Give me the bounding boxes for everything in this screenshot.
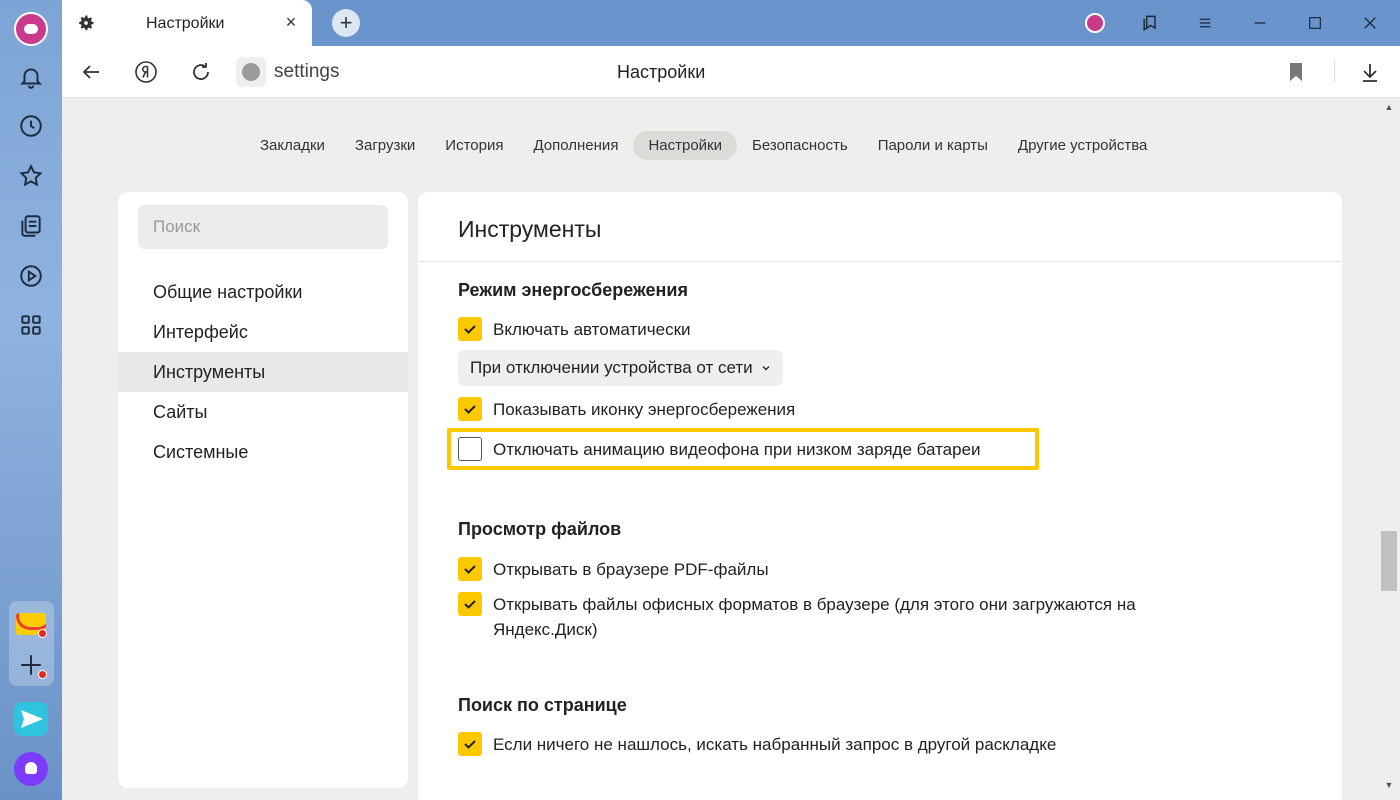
close-window-icon[interactable] — [1357, 10, 1383, 36]
bookmark-icon[interactable] — [1283, 59, 1309, 85]
search-input[interactable] — [138, 205, 388, 249]
energy-saving-title: Режим энергосбережения — [458, 280, 688, 300]
profile-avatar[interactable] — [14, 12, 48, 46]
notification-dot — [38, 670, 47, 679]
yandex-icon[interactable] — [133, 59, 159, 85]
star-icon[interactable] — [16, 161, 46, 191]
show-energy-icon-checkbox[interactable] — [458, 397, 482, 421]
tab-passwords[interactable]: Пароли и карты — [863, 131, 1003, 160]
disable-animation-checkbox[interactable] — [458, 437, 482, 461]
menu-item-interface[interactable]: Интерфейс — [118, 312, 408, 352]
layout-search-checkbox[interactable] — [458, 732, 482, 756]
open-pdf-option[interactable]: Открывать в браузере PDF-файлы — [458, 557, 769, 582]
gear-icon — [79, 15, 94, 31]
tab-settings[interactable]: Настройки × — [62, 0, 312, 46]
bell-icon[interactable] — [16, 62, 46, 92]
navigation-bar: settings Настройки — [62, 46, 1400, 98]
site-identity-icon[interactable] — [236, 57, 266, 87]
menu-item-general[interactable]: Общие настройки — [118, 272, 408, 312]
menu-icon[interactable] — [1192, 10, 1218, 36]
open-office-checkbox[interactable] — [458, 592, 482, 616]
scroll-up-arrow[interactable]: ▲ — [1382, 100, 1396, 114]
download-icon[interactable] — [1357, 59, 1383, 85]
notification-dot — [38, 629, 47, 638]
menu-item-tools[interactable]: Инструменты — [118, 352, 408, 392]
menu-item-sites[interactable]: Сайты — [118, 392, 408, 432]
page-search-title: Поиск по странице — [458, 695, 627, 715]
show-energy-icon-option[interactable]: Показывать иконку энергосбережения — [458, 397, 795, 422]
tab-settings-active[interactable]: Настройки — [633, 130, 737, 160]
power-mode-value: При отключении устройства от сети — [470, 358, 753, 377]
history-icon[interactable] — [16, 111, 46, 141]
tabs-collections-icon[interactable] — [1137, 10, 1163, 36]
tab-strip: Настройки × + — [62, 0, 1400, 46]
tab-extensions[interactable]: Дополнения — [518, 131, 633, 160]
side-panel — [0, 0, 62, 800]
tab-bookmarks[interactable]: Закладки — [245, 131, 340, 160]
open-pdf-label: Открывать в браузере PDF-файлы — [493, 560, 769, 579]
tools-panel: Инструменты Режим энергосбережения Включ… — [418, 192, 1342, 800]
auto-enable-label: Включать автоматически — [493, 320, 691, 339]
auto-enable-checkbox[interactable] — [458, 317, 482, 341]
settings-menu: Общие настройки Интерфейс Инструменты Са… — [118, 192, 408, 788]
scroll-down-arrow[interactable]: ▼ — [1382, 778, 1396, 792]
maximize-icon[interactable] — [1302, 10, 1328, 36]
tab-devices[interactable]: Другие устройства — [1003, 131, 1162, 160]
open-office-label: Открывать файлы офисных форматов в брауз… — [493, 595, 1136, 639]
tab-title: Настройки — [146, 15, 225, 32]
tab-history[interactable]: История — [430, 131, 518, 160]
layout-search-option[interactable]: Если ничего не нашлось, искать набранный… — [458, 732, 1056, 757]
chevron-down-icon — [762, 365, 770, 371]
power-mode-select[interactable]: При отключении устройства от сети — [458, 350, 783, 386]
minimize-icon[interactable] — [1247, 10, 1273, 36]
tab-security[interactable]: Безопасность — [737, 131, 863, 160]
alice-icon[interactable] — [14, 752, 48, 786]
back-icon[interactable] — [78, 59, 104, 85]
layout-search-label: Если ничего не нашлось, искать набранный… — [493, 735, 1057, 754]
tab-close-icon[interactable]: × — [282, 13, 300, 31]
collections-icon[interactable] — [16, 211, 46, 241]
play-icon[interactable] — [16, 261, 46, 291]
divider — [418, 261, 1342, 262]
messenger-icon[interactable] — [14, 702, 48, 736]
apps-grid-icon[interactable] — [16, 310, 46, 340]
tab-downloads[interactable]: Загрузки — [340, 131, 430, 160]
show-energy-icon-label: Показывать иконку энергосбережения — [493, 400, 796, 419]
address-field[interactable]: settings — [274, 61, 339, 83]
reload-icon[interactable] — [188, 59, 214, 85]
open-office-option[interactable]: Открывать файлы офисных форматов в брауз… — [458, 592, 1218, 642]
open-pdf-checkbox[interactable] — [458, 557, 482, 581]
scrollbar-thumb[interactable] — [1381, 531, 1397, 591]
menu-item-system[interactable]: Системные — [118, 432, 408, 472]
page-title: Настройки — [617, 62, 706, 82]
section-heading: Инструменты — [458, 216, 602, 242]
toolbar-divider — [1334, 60, 1335, 82]
auto-enable-option[interactable]: Включать автоматически — [458, 317, 691, 342]
disable-animation-option[interactable]: Отключать анимацию видеофона при низком … — [458, 437, 981, 462]
disable-animation-label: Отключать анимацию видеофона при низком … — [493, 440, 981, 459]
profile-icon[interactable] — [1082, 10, 1108, 36]
new-tab-button[interactable]: + — [332, 9, 360, 37]
file-viewing-title: Просмотр файлов — [458, 519, 622, 539]
settings-tabs: Закладки Загрузки История Дополнения Нас… — [245, 130, 1162, 160]
